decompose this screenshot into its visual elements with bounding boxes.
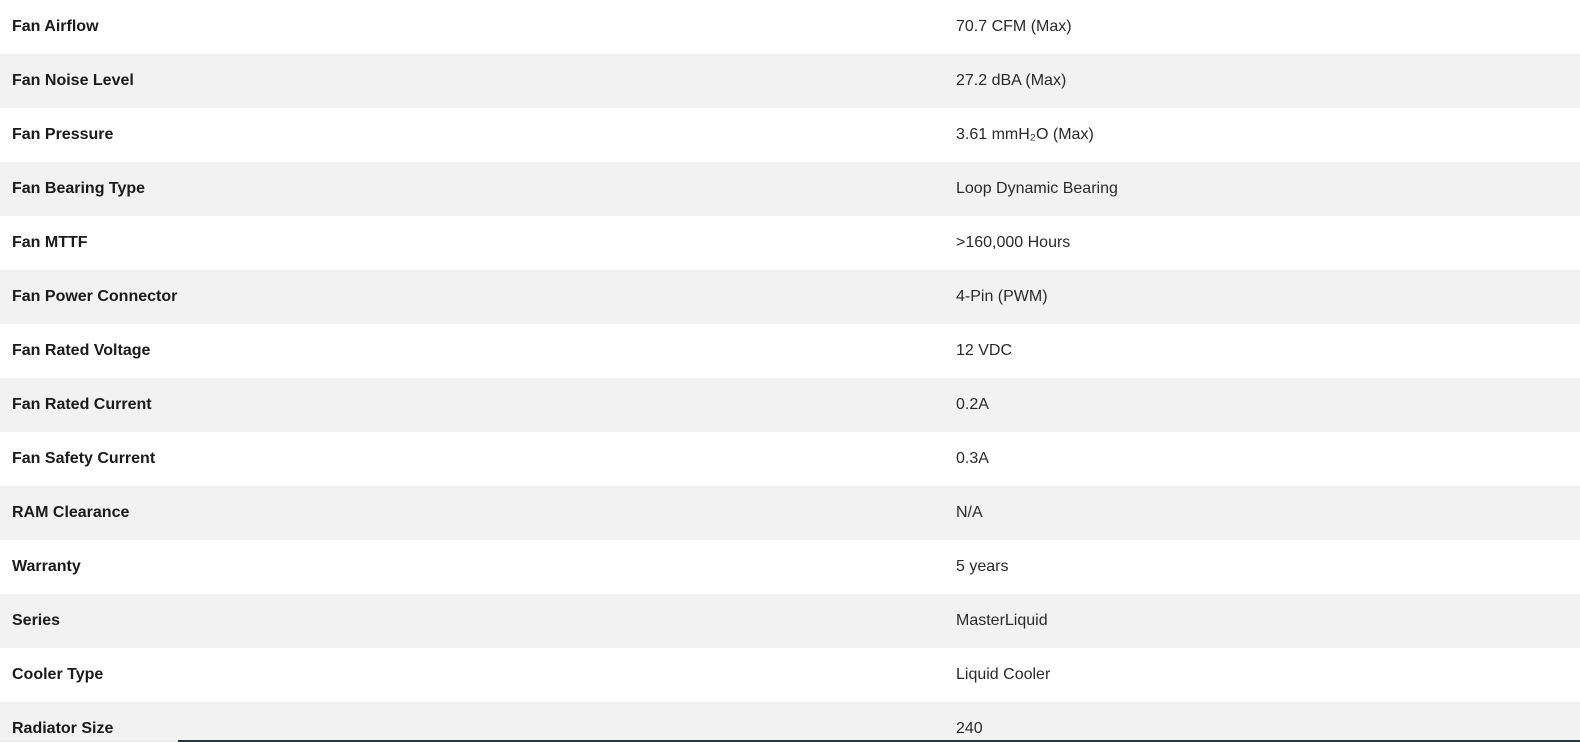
- spec-value: 70.7 CFM (Max): [956, 18, 1072, 35]
- spec-value: 0.3A: [956, 450, 989, 467]
- spec-value: 12 VDC: [956, 342, 1013, 359]
- spec-row-fan-airflow: Fan Airflow 70.7 CFM (Max): [0, 0, 1580, 54]
- spec-label: Warranty: [12, 558, 81, 575]
- spec-value: 3.61 mmH₂O (Max): [956, 126, 1094, 143]
- spec-value: 240: [956, 720, 983, 737]
- spec-label: Fan Bearing Type: [12, 180, 146, 197]
- spec-value: N/A: [956, 504, 983, 521]
- specifications-table: Fan Airflow 70.7 CFM (Max) Fan Noise Lev…: [0, 0, 1580, 742]
- spec-row-fan-rated-voltage: Fan Rated Voltage 12 VDC: [0, 324, 1580, 378]
- spec-label: Fan Power Connector: [12, 288, 178, 305]
- spec-row-fan-bearing-type: Fan Bearing Type Loop Dynamic Bearing: [0, 162, 1580, 216]
- spec-row-fan-power-connector: Fan Power Connector 4-Pin (PWM): [0, 270, 1580, 324]
- spec-label: Fan Noise Level: [12, 72, 134, 89]
- spec-value: MasterLiquid: [956, 612, 1048, 629]
- spec-row-cooler-type: Cooler Type Liquid Cooler: [0, 648, 1580, 702]
- spec-row-series: Series MasterLiquid: [0, 594, 1580, 648]
- spec-label: RAM Clearance: [12, 504, 130, 521]
- spec-value: 4-Pin (PWM): [956, 288, 1048, 305]
- spec-row-fan-rated-current: Fan Rated Current 0.2A: [0, 378, 1580, 432]
- spec-label: Fan MTTF: [12, 234, 88, 251]
- spec-label: Fan Airflow: [12, 18, 99, 35]
- spec-value: >160,000 Hours: [956, 234, 1071, 251]
- spec-row-ram-clearance: RAM Clearance N/A: [0, 486, 1580, 540]
- spec-label: Radiator Size: [12, 720, 114, 737]
- spec-label: Fan Rated Voltage: [12, 342, 151, 359]
- spec-label: Fan Safety Current: [12, 450, 156, 467]
- spec-label: Series: [12, 612, 61, 629]
- spec-value: Loop Dynamic Bearing: [956, 180, 1118, 197]
- spec-row-radiator-size: Radiator Size 240: [0, 702, 1580, 742]
- spec-row-fan-safety-current: Fan Safety Current 0.3A: [0, 432, 1580, 486]
- spec-row-fan-pressure: Fan Pressure 3.61 mmH₂O (Max): [0, 108, 1580, 162]
- spec-value: 5 years: [956, 558, 1009, 575]
- spec-label: Fan Pressure: [12, 126, 114, 143]
- spec-row-fan-noise-level: Fan Noise Level 27.2 dBA (Max): [0, 54, 1580, 108]
- spec-value: 27.2 dBA (Max): [956, 72, 1067, 89]
- spec-label: Cooler Type: [12, 666, 104, 683]
- spec-value: Liquid Cooler: [956, 666, 1051, 683]
- spec-label: Fan Rated Current: [12, 396, 152, 413]
- spec-row-warranty: Warranty 5 years: [0, 540, 1580, 594]
- spec-row-fan-mttf: Fan MTTF >160,000 Hours: [0, 216, 1580, 270]
- spec-value: 0.2A: [956, 396, 989, 413]
